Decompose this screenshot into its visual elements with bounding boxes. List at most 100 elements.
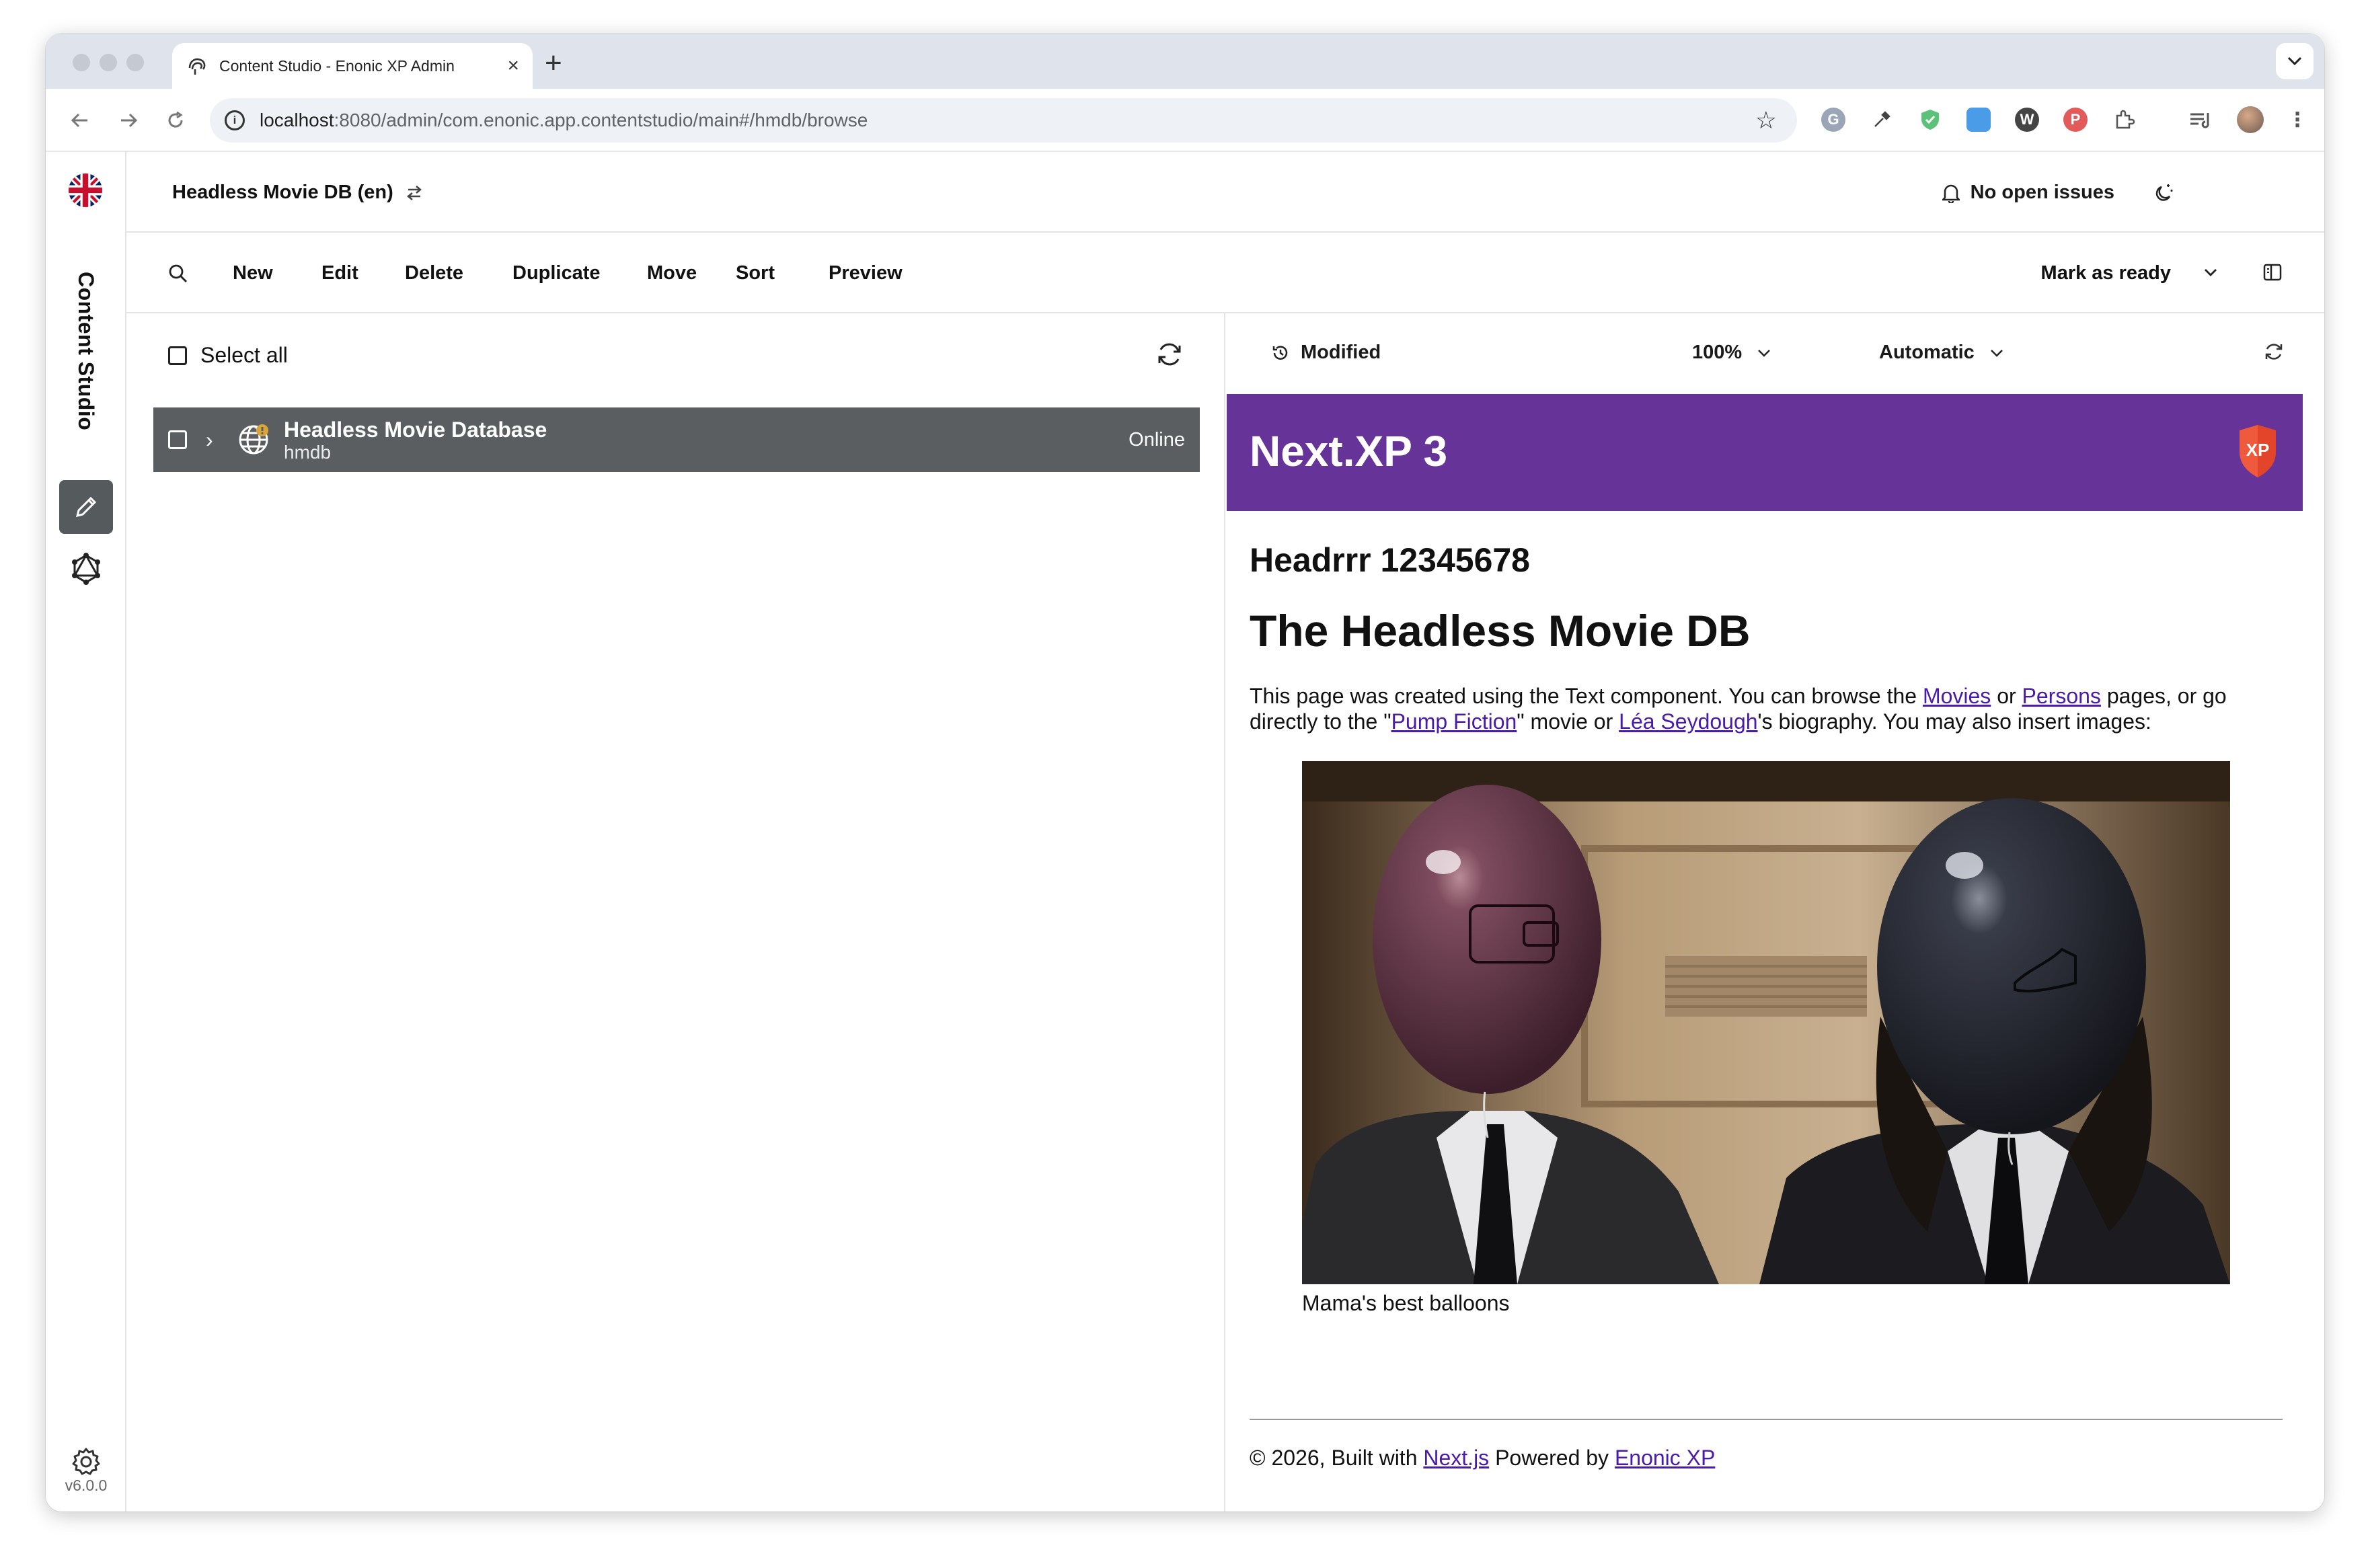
- app-name-vertical: Content Studio: [74, 272, 98, 431]
- table-row[interactable]: › Headless Movie Database hmdb Online: [153, 407, 1200, 472]
- zoom-value: 100%: [1692, 342, 1743, 363]
- bookmark-star-icon[interactable]: ☆: [1755, 106, 1777, 134]
- move-button[interactable]: Move: [647, 262, 697, 284]
- mark-as-ready-button[interactable]: Mark as ready: [2041, 262, 2171, 284]
- image-caption: Mama's best balloons: [1302, 1291, 1510, 1315]
- gear-icon: [72, 1448, 100, 1475]
- preview-mode-select[interactable]: Automatic: [1879, 342, 2004, 364]
- movies-link[interactable]: Movies: [1923, 684, 1991, 708]
- pencil-icon: [75, 496, 97, 518]
- chevron-down-icon: [2287, 56, 2302, 66]
- extension-window-icon[interactable]: [1966, 108, 1991, 132]
- graphql-nav-button[interactable]: [59, 542, 113, 596]
- url-text[interactable]: localhost:8080/admin/com.enonic.app.cont…: [260, 110, 1755, 131]
- site-title[interactable]: Next.XP 3: [1250, 426, 1447, 476]
- enonic-xp-link[interactable]: Enonic XP: [1615, 1446, 1715, 1470]
- globe-icon: [237, 423, 270, 457]
- address-bar[interactable]: i localhost:8080/admin/com.enonic.app.co…: [210, 98, 1797, 143]
- window-minimize-button[interactable]: [100, 54, 117, 71]
- preview-status-label: Modified: [1301, 342, 1381, 363]
- extension-eyedropper-icon[interactable]: [1870, 108, 1894, 132]
- site-preview-frame: Next.XP 3 XP Headrrr 12345678 The Headle…: [1227, 394, 2303, 1512]
- refresh-icon[interactable]: [1155, 340, 1184, 368]
- back-button[interactable]: [65, 105, 95, 136]
- preview-status[interactable]: Modified: [1271, 342, 1381, 364]
- enonic-favicon-icon: [188, 58, 206, 75]
- row-names: Headless Movie Database hmdb: [284, 417, 1129, 463]
- row-checkbox[interactable]: [168, 430, 187, 449]
- zoom-select[interactable]: 100%: [1692, 342, 1771, 364]
- arrow-right-icon: [121, 113, 138, 128]
- enonic-xp-logo: XP: [2240, 425, 2276, 477]
- status-badge: Online: [1129, 428, 1185, 450]
- lea-seydough-link[interactable]: Léa Seydough: [1619, 709, 1757, 734]
- site-header: Next.XP 3 XP: [1227, 394, 2303, 511]
- site-info-icon[interactable]: i: [225, 110, 245, 130]
- app-version: v6.0.0: [65, 1477, 108, 1494]
- extension-pinterest-icon[interactable]: P: [2063, 108, 2088, 132]
- graphql-icon: [72, 553, 100, 585]
- content-browse-panel: Select all › Headless Movie Database hmd…: [126, 313, 1225, 1512]
- swap-icon: [406, 185, 422, 200]
- close-tab-icon[interactable]: ×: [507, 54, 519, 77]
- search-icon[interactable]: [168, 264, 188, 284]
- extension-w-icon[interactable]: W: [2015, 108, 2039, 132]
- issues-button[interactable]: No open issues: [1942, 182, 2114, 204]
- select-all-checkbox[interactable]: Select all: [168, 343, 288, 368]
- toggle-panel-icon[interactable]: [2262, 262, 2283, 282]
- content-toolbar: New Edit Delete Duplicate Move Sort Prev…: [126, 233, 2324, 313]
- delete-button[interactable]: Delete: [405, 262, 463, 284]
- site-footer: © 2026, Built with Next.js Powered by En…: [1250, 1446, 1716, 1470]
- browser-menu-icon[interactable]: ⋮: [2285, 108, 2309, 132]
- tab-title: Content Studio - Enonic XP Admin: [219, 56, 455, 75]
- reload-button[interactable]: [160, 105, 191, 136]
- balloon-heads-photo: [1302, 761, 2230, 1284]
- media-controls-icon[interactable]: [2188, 108, 2213, 132]
- chevron-right-icon[interactable]: ›: [206, 428, 219, 453]
- new-button[interactable]: New: [233, 262, 273, 284]
- refresh-icon[interactable]: [2264, 342, 2284, 362]
- browser-window: Content Studio - Enonic XP Admin × + i l…: [46, 34, 2324, 1512]
- forward-button[interactable]: [113, 105, 144, 136]
- content-display-name: Headless Movie Database: [284, 418, 547, 442]
- preview-panel: Modified 100% Automatic Next.XP 3 XP Hea…: [1227, 313, 2324, 1512]
- profile-avatar[interactable]: [2237, 106, 2264, 133]
- project-selector[interactable]: Headless Movie DB (en): [172, 182, 423, 204]
- browser-tab[interactable]: Content Studio - Enonic XP Admin ×: [172, 43, 533, 89]
- extensions-puzzle-icon[interactable]: [2112, 108, 2136, 132]
- window-zoom-button[interactable]: [126, 54, 144, 71]
- tab-search-button[interactable]: [2276, 43, 2314, 79]
- chevron-down-icon[interactable]: [2203, 264, 2218, 281]
- persons-link[interactable]: Persons: [2022, 684, 2101, 708]
- duplicate-button[interactable]: Duplicate: [512, 262, 601, 284]
- image-figure: Mama's best balloons: [1302, 761, 2230, 1316]
- theme-toggle-icon[interactable]: [2152, 182, 2175, 204]
- tab-strip: Content Studio - Enonic XP Admin × +: [46, 34, 2324, 89]
- arrow-left-icon: [71, 113, 87, 128]
- window-close-button[interactable]: [73, 54, 90, 71]
- chevron-down-icon: [1990, 349, 2003, 357]
- sort-button[interactable]: Sort: [736, 262, 775, 284]
- select-all-label: Select all: [200, 343, 288, 367]
- checkbox[interactable]: [168, 346, 187, 365]
- chevron-down-icon: [1758, 349, 1771, 357]
- content-studio-app: Content Studio v6.0.0 Headless Movie DB …: [46, 152, 2324, 1512]
- preview-button[interactable]: Preview: [829, 262, 903, 284]
- extension-translate-icon[interactable]: G: [1821, 108, 1845, 132]
- settings-button[interactable]: [59, 1442, 113, 1482]
- uk-flag-icon[interactable]: [69, 173, 102, 207]
- content-studio-nav-button[interactable]: [59, 480, 113, 534]
- project-name: Headless Movie DB (en): [172, 182, 393, 203]
- preview-mode-value: Automatic: [1879, 342, 1975, 363]
- edit-button[interactable]: Edit: [321, 262, 358, 284]
- site-body: Headrrr 12345678 The Headless Movie DB T…: [1250, 541, 2285, 734]
- pump-fiction-link[interactable]: Pump Fiction: [1391, 709, 1517, 734]
- nextjs-link[interactable]: Next.js: [1423, 1446, 1489, 1470]
- new-tab-button[interactable]: +: [545, 48, 562, 78]
- extension-shield-icon[interactable]: [1918, 108, 1942, 132]
- issues-label: No open issues: [1970, 182, 2114, 203]
- site-heading: The Headless Movie DB: [1250, 606, 1751, 656]
- intro-paragraph: This page was created using the Text com…: [1250, 684, 2227, 734]
- site-subheading: Headrrr 12345678: [1250, 541, 1530, 579]
- app-rail: Content Studio v6.0.0: [46, 152, 126, 1512]
